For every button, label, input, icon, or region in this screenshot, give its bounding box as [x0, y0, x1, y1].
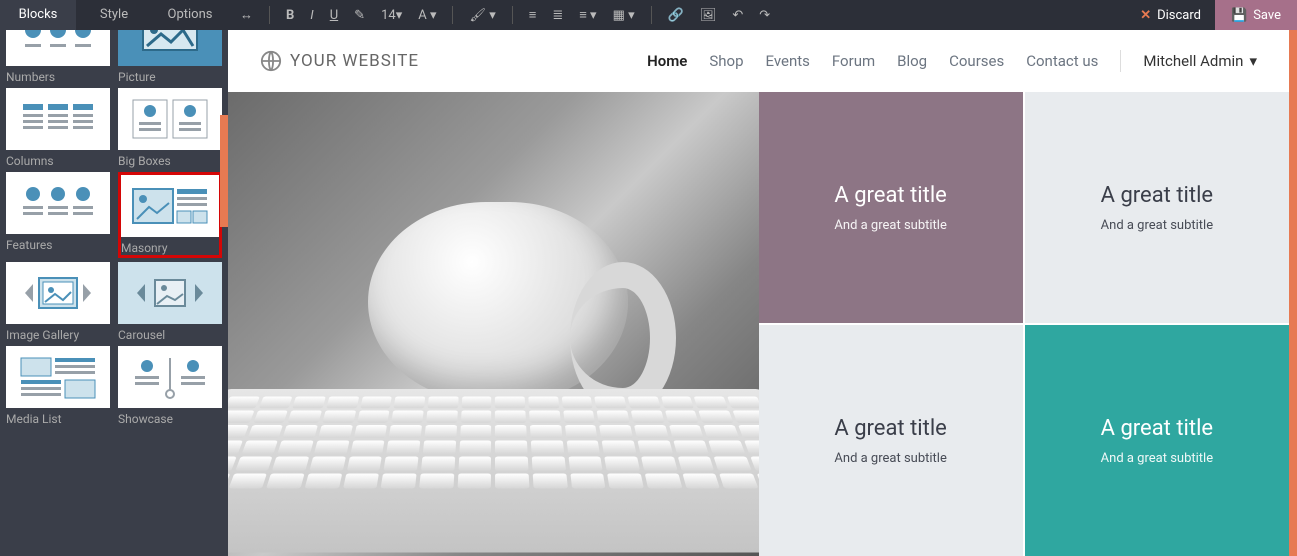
- tile-subtitle: And a great subtitle: [1101, 218, 1213, 233]
- editor-toolbar: Blocks Style Options ↔ B I U ✎ 14 ▾ A ▾ …: [0, 0, 1297, 30]
- block-label: Numbers: [6, 70, 110, 84]
- nav-forum[interactable]: Forum: [832, 52, 875, 70]
- block-showcase[interactable]: Showcase: [118, 346, 222, 426]
- site-logo[interactable]: YOUR WEBSITE: [260, 50, 419, 72]
- tile-4[interactable]: A great title And a great subtitle: [1025, 325, 1289, 556]
- block-label: Media List: [6, 412, 110, 426]
- image-icon[interactable]: 🖼: [700, 8, 717, 23]
- user-name: Mitchell Admin: [1143, 52, 1243, 70]
- heading-select[interactable]: A ▾: [418, 8, 436, 23]
- underline-icon[interactable]: U: [330, 8, 338, 23]
- site-nav: Home Shop Events Forum Blog Courses Cont…: [647, 50, 1257, 72]
- save-label: Save: [1253, 8, 1281, 23]
- block-label: Big Boxes: [118, 154, 222, 168]
- sidebar-scrollbar[interactable]: [220, 115, 228, 227]
- save-button[interactable]: 💾 Save: [1215, 0, 1297, 30]
- table-icon[interactable]: ▦ ▾: [613, 8, 635, 23]
- globe-icon: [260, 50, 282, 72]
- save-icon: 💾: [1231, 8, 1247, 23]
- nav-contact[interactable]: Contact us: [1026, 52, 1098, 70]
- tile-title: A great title: [1101, 416, 1213, 441]
- block-imagegallery[interactable]: Image Gallery: [6, 262, 110, 342]
- block-medialist[interactable]: Media List: [6, 346, 110, 426]
- block-numbers[interactable]: Numbers: [6, 30, 110, 84]
- bold-icon[interactable]: B: [286, 8, 294, 23]
- link-icon[interactable]: 🔗: [668, 8, 684, 23]
- block-label: Features: [6, 238, 110, 252]
- block-label: Showcase: [118, 412, 222, 426]
- tile-subtitle: And a great subtitle: [834, 451, 946, 466]
- block-label: Masonry: [121, 241, 219, 255]
- undo-icon[interactable]: ↶: [732, 8, 743, 23]
- ul-icon[interactable]: ≡: [529, 7, 537, 23]
- clear-format-icon[interactable]: ✎: [354, 8, 365, 23]
- blocks-panel: Numbers Picture Columns Big Boxes Featur…: [0, 30, 228, 556]
- sidebar-tabs: Blocks Style Options: [0, 0, 228, 30]
- tile-2[interactable]: A great title And a great subtitle: [1025, 92, 1289, 323]
- tile-subtitle: And a great subtitle: [1101, 451, 1213, 466]
- italic-icon[interactable]: I: [310, 8, 313, 23]
- tab-blocks[interactable]: Blocks: [0, 0, 76, 30]
- brand-text: YOUR WEBSITE: [290, 51, 419, 71]
- fontsize-select[interactable]: 14 ▾: [381, 8, 402, 23]
- right-gutter: [1289, 30, 1297, 556]
- redo-icon[interactable]: ↷: [759, 8, 770, 23]
- block-features[interactable]: Features: [6, 172, 110, 258]
- tile-title: A great title: [834, 183, 946, 208]
- nav-events[interactable]: Events: [766, 52, 810, 70]
- close-icon: ✕: [1140, 8, 1151, 23]
- block-carousel[interactable]: Carousel: [118, 262, 222, 342]
- translate-icon[interactable]: ↔: [240, 7, 253, 23]
- masonry-snippet[interactable]: A great title And a great subtitle A gre…: [228, 92, 1289, 556]
- tile-3[interactable]: A great title And a great subtitle: [759, 325, 1023, 556]
- website-canvas: YOUR WEBSITE Home Shop Events Forum Blog…: [228, 30, 1289, 556]
- tile-1[interactable]: A great title And a great subtitle: [759, 92, 1023, 323]
- chevron-down-icon: ▾: [1249, 52, 1257, 70]
- tile-title: A great title: [834, 416, 946, 441]
- nav-home[interactable]: Home: [647, 52, 687, 70]
- brush-icon[interactable]: 🖌 ▾: [469, 8, 495, 23]
- block-label: Image Gallery: [6, 328, 110, 342]
- ol-icon[interactable]: ≣: [552, 8, 563, 23]
- tile-title: A great title: [1101, 183, 1213, 208]
- block-columns[interactable]: Columns: [6, 88, 110, 168]
- align-icon[interactable]: ≡ ▾: [579, 7, 596, 23]
- discard-button[interactable]: ✕ Discard: [1126, 0, 1215, 30]
- formatting-tools: ↔ B I U ✎ 14 ▾ A ▾ 🖌 ▾ ≡ ≣ ≡ ▾ ▦ ▾ 🔗 🖼 ↶…: [228, 0, 770, 30]
- tab-style[interactable]: Style: [76, 0, 152, 30]
- block-bigboxes[interactable]: Big Boxes: [118, 88, 222, 168]
- nav-courses[interactable]: Courses: [949, 52, 1004, 70]
- block-label: Columns: [6, 154, 110, 168]
- block-picture[interactable]: Picture: [118, 30, 222, 84]
- nav-blog[interactable]: Blog: [897, 52, 927, 70]
- block-label: Carousel: [118, 328, 222, 342]
- tile-subtitle: And a great subtitle: [834, 218, 946, 233]
- nav-shop[interactable]: Shop: [709, 52, 743, 70]
- masonry-image[interactable]: [228, 92, 759, 556]
- masonry-tiles: A great title And a great subtitle A gre…: [759, 92, 1290, 556]
- user-menu[interactable]: Mitchell Admin ▾: [1143, 52, 1257, 70]
- site-header: YOUR WEBSITE Home Shop Events Forum Blog…: [228, 30, 1289, 92]
- block-masonry[interactable]: Masonry: [118, 172, 222, 258]
- block-label: Picture: [118, 70, 222, 84]
- tab-options[interactable]: Options: [152, 0, 228, 30]
- discard-label: Discard: [1157, 8, 1201, 23]
